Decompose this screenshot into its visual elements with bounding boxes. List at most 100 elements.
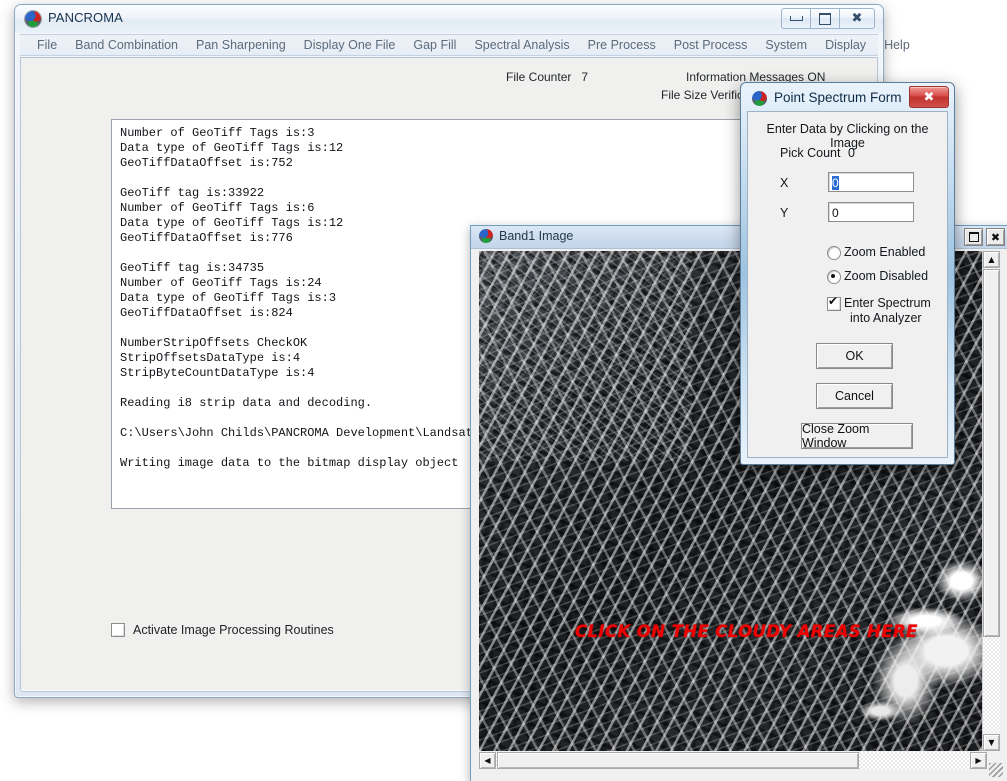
menu-item-system[interactable]: System	[756, 36, 816, 54]
console-line-value: 3	[307, 126, 315, 140]
cancel-button[interactable]: Cancel	[816, 383, 893, 409]
close-button[interactable]: ✖	[840, 8, 875, 29]
minimize-button[interactable]	[781, 8, 811, 29]
menu-item-file[interactable]: File	[28, 36, 66, 54]
enter-spectrum-label-line2: into Analyzer	[850, 311, 922, 325]
vertical-scroll-thumb[interactable]	[983, 269, 1000, 637]
point-spectrum-form-body: Enter Data by Clicking on the Image Pick…	[747, 111, 948, 458]
chevron-left-icon: ◀	[484, 756, 491, 765]
enter-spectrum-label-line1: Enter Spectrum	[844, 296, 931, 310]
menu-item-display[interactable]: Display	[816, 36, 875, 54]
activate-image-processing-checkbox[interactable]	[111, 623, 125, 637]
console-line: GeoTiff tag is:33922	[120, 186, 770, 201]
horizontal-scroll-thumb[interactable]	[497, 752, 859, 769]
pick-count-value: 0	[848, 146, 855, 160]
console-line-label: GeoTiff tag is:	[120, 186, 229, 200]
pancroma-logo-icon	[25, 11, 41, 27]
console-line-label: Reading i8 strip data and decoding.	[120, 396, 373, 410]
close-zoom-window-button[interactable]: Close Zoom Window	[801, 422, 913, 450]
main-window-title: PANCROMA	[48, 10, 123, 25]
activate-image-processing-row[interactable]: Activate Image Processing Routines	[111, 623, 334, 637]
main-window-controls: ✖	[781, 8, 875, 29]
resize-grip-icon[interactable]	[989, 763, 1003, 777]
console-line-value: 34735	[228, 261, 265, 275]
maximize-button[interactable]	[811, 8, 840, 29]
console-line-label: Number of GeoTiff Tags is:	[120, 201, 308, 215]
menu-item-pan-sharpening[interactable]: Pan Sharpening	[187, 36, 295, 54]
console-line-label: StripOffsetsDataType is:	[120, 351, 293, 365]
menu-item-display-one-file[interactable]: Display One File	[295, 36, 405, 54]
pancroma-logo-icon	[752, 91, 767, 106]
main-window-titlebar[interactable]: PANCROMA ✖	[15, 5, 883, 33]
console-line-label: Number of GeoTiff Tags is:	[120, 276, 308, 290]
band1-image-window-controls: ✖	[964, 228, 1005, 246]
chevron-up-icon: ▲	[988, 255, 995, 264]
point-spectrum-form-titlebar[interactable]: Point Spectrum Form ✖	[744, 86, 951, 112]
point-spectrum-close-button[interactable]: ✖	[909, 86, 949, 108]
console-line-label: Number of GeoTiff Tags is:	[120, 126, 308, 140]
activate-image-processing-label: Activate Image Processing Routines	[133, 623, 334, 637]
point-spectrum-form-title: Point Spectrum Form	[774, 90, 902, 105]
console-line-value: 776	[271, 231, 293, 245]
menu-item-pre-process[interactable]: Pre Process	[579, 36, 665, 54]
close-icon: ✖	[990, 230, 1001, 244]
console-line-value: 12	[328, 216, 344, 230]
console-line-label: C:\Users\John Childs\PANCROMA Developmen…	[120, 426, 495, 440]
console-line-label: Data type of GeoTiff Tags is:	[120, 216, 329, 230]
ok-button[interactable]: OK	[816, 343, 893, 369]
menu-bar: File Band Combination Pan Sharpening Dis…	[20, 34, 910, 56]
scroll-up-button[interactable]: ▲	[983, 251, 1000, 268]
menu-item-gap-fill[interactable]: Gap Fill	[404, 36, 465, 54]
console-line-value: 4	[307, 366, 315, 380]
maximize-icon	[819, 12, 831, 25]
console-line-value: 33922	[228, 186, 265, 200]
band1-horizontal-scrollbar[interactable]: ◀ ▶	[479, 752, 987, 769]
console-line-label: Data type of GeoTiff Tags is:	[120, 141, 329, 155]
console-line-value: 6	[307, 201, 315, 215]
zoom-enabled-label: Zoom Enabled	[844, 245, 926, 259]
file-counter-label: File Counter	[506, 70, 572, 84]
chevron-right-icon: ▶	[975, 756, 982, 765]
band1-close-button[interactable]: ✖	[986, 228, 1005, 246]
console-line-label: StripByteCountDataType is:	[120, 366, 308, 380]
console-line-label: GeoTiffDataOffset is:	[120, 306, 272, 320]
band1-vertical-scrollbar[interactable]: ▲ ▼	[982, 251, 1000, 751]
console-line: Number of GeoTiff Tags is:3	[120, 126, 770, 141]
console-line-label: Writing image data to the bitmap display…	[120, 456, 459, 470]
menu-item-post-process[interactable]: Post Process	[665, 36, 757, 54]
console-line: Number of GeoTiff Tags is:6	[120, 201, 770, 216]
close-icon: ✖	[851, 11, 863, 26]
terrain-ridge-texture	[479, 251, 693, 461]
scroll-left-button[interactable]: ◀	[479, 752, 496, 769]
console-line-value: 752	[271, 156, 293, 170]
x-field-label: X	[780, 176, 789, 190]
x-coordinate-value: 0	[832, 176, 839, 190]
y-coordinate-input[interactable]: 0	[828, 202, 914, 222]
zoom-disabled-label: Zoom Disabled	[844, 269, 929, 283]
band1-image-title: Band1 Image	[499, 229, 574, 243]
minimize-icon	[789, 16, 803, 21]
click-instruction-overlay: CLICK ON THE CLOUDY AREAS HERE	[575, 622, 918, 641]
band1-maximize-button[interactable]	[964, 228, 983, 246]
zoom-enabled-radio[interactable]	[827, 246, 841, 260]
y-field-label: Y	[780, 206, 789, 220]
menu-item-help[interactable]: Help	[875, 36, 919, 54]
console-line-value: 12	[328, 141, 344, 155]
console-line-value: 824	[271, 306, 293, 320]
y-coordinate-value: 0	[832, 206, 839, 220]
pick-count-label: Pick Count	[780, 146, 841, 160]
menu-item-band-combination[interactable]: Band Combination	[66, 36, 187, 54]
scroll-right-button[interactable]: ▶	[970, 752, 987, 769]
zoom-disabled-radio[interactable]	[827, 270, 841, 284]
x-coordinate-input[interactable]: 0	[828, 172, 914, 192]
menu-item-spectral-analysis[interactable]: Spectral Analysis	[465, 36, 578, 54]
maximize-icon	[968, 232, 979, 242]
scroll-down-button[interactable]: ▼	[983, 734, 1000, 751]
console-line-label: GeoTiffDataOffset is:	[120, 231, 272, 245]
console-line-label: Data type of GeoTiff Tags is:	[120, 291, 329, 305]
console-line-label: GeoTiffDataOffset is:	[120, 156, 272, 170]
enter-spectrum-checkbox[interactable]	[827, 294, 841, 311]
pancroma-logo-icon	[479, 229, 493, 243]
console-line-label: GeoTiff tag is:	[120, 261, 229, 275]
chevron-down-icon: ▼	[988, 738, 995, 747]
